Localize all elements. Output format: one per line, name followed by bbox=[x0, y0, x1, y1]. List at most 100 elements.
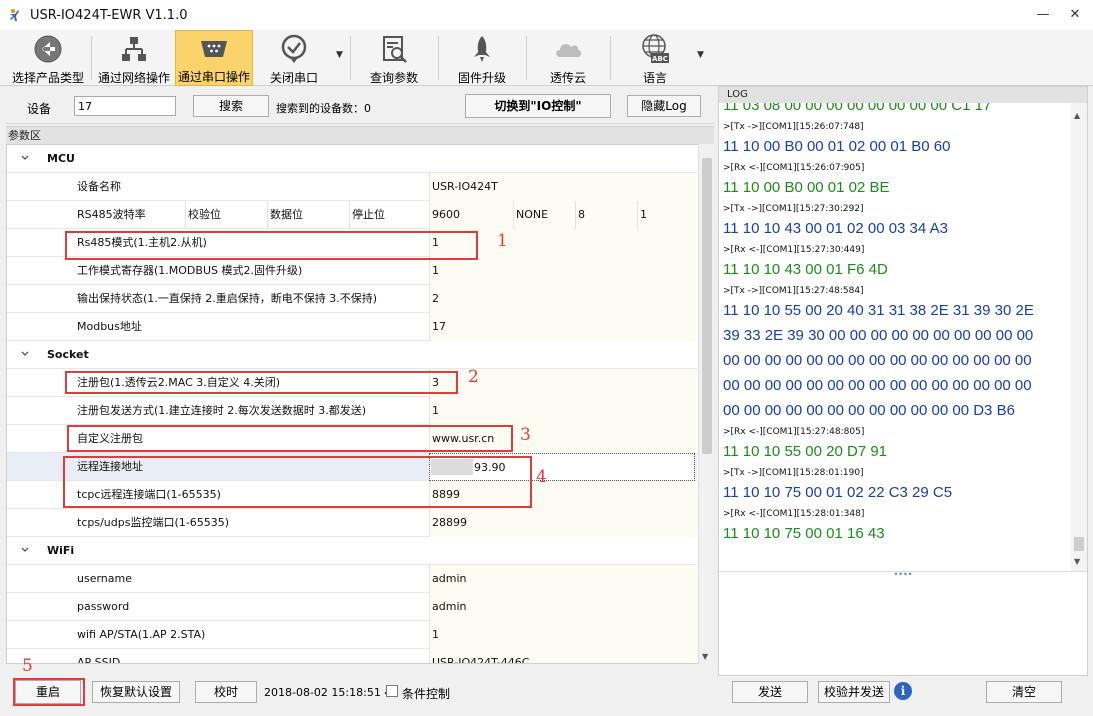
chevron-down-icon[interactable]: ▼ bbox=[697, 50, 704, 60]
chevron-down-icon[interactable]: ▼ bbox=[702, 652, 708, 661]
param-label: wifi AP/STA(1.AP 2.STA) bbox=[77, 628, 206, 641]
table-row[interactable]: password admin bbox=[7, 593, 697, 621]
search-button[interactable]: 搜索 bbox=[193, 95, 269, 117]
table-row[interactable]: 工作模式寄存器(1.MODBUS 模式2.固件升级) 1 bbox=[7, 257, 697, 285]
table-row[interactable]: wifi AP/STA(1.AP 2.STA) 1 bbox=[7, 621, 697, 649]
condition-checkbox[interactable] bbox=[386, 685, 398, 697]
param-value[interactable]: USR-IO424T-446C bbox=[429, 649, 697, 663]
chevron-down-icon[interactable] bbox=[21, 350, 29, 358]
table-row[interactable]: 注册包发送方式(1.建立连接时 2.每次发送数据时 3.都发送) 1 bbox=[7, 397, 697, 425]
toolbar-select-product[interactable]: 选择产品类型 bbox=[8, 30, 88, 86]
toolbar-separator bbox=[610, 36, 611, 80]
param-value[interactable]: 8 bbox=[575, 201, 637, 229]
param-label: password bbox=[77, 600, 130, 613]
toolbar-label: 语言 bbox=[642, 71, 667, 85]
annotation-box bbox=[65, 231, 478, 260]
log-line: 11 03 08 00 00 00 00 00 00 00 00 C1 17 bbox=[723, 103, 992, 114]
rocket-icon bbox=[465, 32, 499, 66]
table-row[interactable]: RS485波特率 校验位 数据位 停止位 9600 NONE 8 1 bbox=[7, 201, 697, 229]
param-value[interactable]: 1 bbox=[429, 397, 697, 425]
log-area[interactable]: 11 03 08 00 00 00 00 00 00 00 00 C1 17 >[… bbox=[719, 103, 1071, 571]
log-splitter[interactable]: •••• bbox=[719, 571, 1087, 579]
params-header: 参数区 bbox=[6, 126, 714, 144]
table-row[interactable]: Modbus地址 17 bbox=[7, 313, 697, 341]
toolbar-label: 固件升级 bbox=[457, 71, 506, 85]
annotation-number: 5 bbox=[22, 656, 33, 676]
param-value[interactable]: 9600 bbox=[429, 201, 513, 229]
param-value[interactable]: NONE bbox=[513, 201, 575, 229]
toolbar-network-op[interactable]: 通过网络操作 bbox=[94, 30, 174, 86]
param-value[interactable]: 1 bbox=[429, 257, 697, 285]
scrollbar-thumb[interactable] bbox=[1074, 537, 1084, 551]
datetime-display: 2018-08-02 15:18:51 4 bbox=[264, 686, 392, 699]
found-devices-count: 搜索到的设备数：0 bbox=[276, 102, 371, 115]
log-line: 11 10 00 B0 00 01 02 00 01 B0 60 bbox=[723, 138, 951, 155]
serial-port-icon bbox=[197, 33, 231, 65]
toolbar-language[interactable]: ABC 语言 bbox=[616, 30, 694, 86]
send-button[interactable]: 发送 bbox=[732, 681, 808, 703]
section-socket[interactable]: Socket bbox=[7, 341, 697, 369]
chevron-down-icon[interactable]: ▼ bbox=[336, 50, 343, 60]
log-line: >[Tx ->][COM1][15:27:48:584] bbox=[723, 286, 864, 296]
table-row[interactable]: tcps/udps监控端口(1-65535) 28899 bbox=[7, 509, 697, 537]
verify-send-button[interactable]: 校验并发送 bbox=[818, 681, 890, 703]
minimize-button[interactable]: — bbox=[1030, 6, 1056, 24]
log-line: >[Rx <-][COM1][15:26:07:905] bbox=[723, 163, 865, 173]
annotation-number: 2 bbox=[468, 367, 479, 387]
toolbar-query-params[interactable]: 查询参数 bbox=[356, 30, 432, 86]
toolbar-label: 通过网络操作 bbox=[97, 71, 170, 85]
table-row[interactable]: username admin bbox=[7, 565, 697, 593]
param-value[interactable]: admin bbox=[429, 565, 697, 593]
params-scrollbar[interactable]: ▼ bbox=[698, 144, 714, 664]
param-value[interactable]: 28899 bbox=[429, 509, 697, 537]
left-panel: 设备 搜索 搜索到的设备数：0 切换到"IO控制" 隐藏Log 参数区 MCU … bbox=[6, 88, 714, 678]
info-icon[interactable]: i bbox=[894, 682, 912, 700]
chevron-down-icon[interactable]: ▼ bbox=[1074, 557, 1080, 566]
section-mcu[interactable]: MCU bbox=[7, 145, 697, 173]
param-value[interactable]: 2 bbox=[429, 285, 697, 313]
clear-button[interactable]: 清空 bbox=[986, 681, 1062, 703]
device-row: 设备 搜索 搜索到的设备数：0 切换到"IO控制" 隐藏Log bbox=[6, 88, 714, 124]
toolbar-transparent-cloud[interactable]: 透传云 bbox=[532, 30, 604, 86]
toolbar-separator bbox=[91, 36, 92, 80]
param-label: AP SSID bbox=[77, 656, 121, 664]
table-row[interactable]: 输出保持状态(1.一直保持 2.重启保持，断电不保持 3.不保持) 2 bbox=[7, 285, 697, 313]
app-logo-icon bbox=[8, 8, 22, 22]
table-row[interactable]: AP SSID USR-IO424T-446C bbox=[7, 649, 697, 664]
chevron-down-icon[interactable] bbox=[21, 546, 29, 554]
restore-defaults-button[interactable]: 恢复默认设置 bbox=[92, 681, 180, 703]
log-line: 11 10 10 55 00 20 40 31 31 38 2E 31 39 3… bbox=[723, 302, 1034, 319]
toolbar-label: 关闭串口 bbox=[269, 71, 318, 85]
time-sync-button[interactable]: 校时 bbox=[195, 681, 257, 703]
log-line: 11 10 10 75 00 01 02 22 C3 29 C5 bbox=[723, 484, 953, 501]
chevron-down-icon[interactable] bbox=[21, 154, 29, 162]
title-bar: USR-IO424T-EWR V1.1.0 — ✕ bbox=[0, 0, 1093, 30]
toolbar-close-serial[interactable]: 关闭串口 bbox=[254, 30, 334, 86]
annotation-number: 1 bbox=[497, 231, 508, 251]
log-line: >[Rx <-][COM1][15:27:30:449] bbox=[723, 245, 865, 255]
toolbar-firmware-upgrade[interactable]: 固件升级 bbox=[444, 30, 520, 86]
param-value[interactable]: 1 bbox=[637, 201, 697, 229]
toolbar-serial-op[interactable]: 通过串口操作 bbox=[175, 30, 253, 86]
close-button[interactable]: ✕ bbox=[1062, 6, 1088, 24]
section-wifi[interactable]: WiFi bbox=[7, 537, 697, 565]
device-input[interactable] bbox=[74, 96, 176, 116]
log-scrollbar[interactable]: ▲ ▼ bbox=[1071, 103, 1087, 571]
globe-abc-icon: ABC bbox=[638, 32, 672, 66]
svg-text:ABC: ABC bbox=[652, 55, 668, 63]
switch-io-control-button[interactable]: 切换到"IO控制" bbox=[465, 94, 611, 118]
param-value[interactable]: 1 bbox=[429, 621, 697, 649]
param-label: 停止位 bbox=[349, 201, 429, 229]
param-label: Modbus地址 bbox=[77, 320, 142, 333]
param-value[interactable]: 17 bbox=[429, 313, 697, 341]
table-row[interactable]: 设备名称 USR-IO424T bbox=[7, 173, 697, 201]
chevron-up-icon[interactable]: ▲ bbox=[1074, 111, 1080, 120]
search-document-icon bbox=[377, 32, 411, 66]
hide-log-button[interactable]: 隐藏Log bbox=[627, 95, 701, 117]
window-title: USR-IO424T-EWR V1.1.0 bbox=[30, 7, 188, 23]
param-value[interactable]: USR-IO424T bbox=[429, 173, 697, 201]
scrollbar-thumb[interactable] bbox=[702, 158, 712, 454]
param-label: 校验位 bbox=[185, 201, 267, 229]
param-value[interactable]: admin bbox=[429, 593, 697, 621]
toolbar-label: 通过串口操作 bbox=[177, 70, 250, 84]
